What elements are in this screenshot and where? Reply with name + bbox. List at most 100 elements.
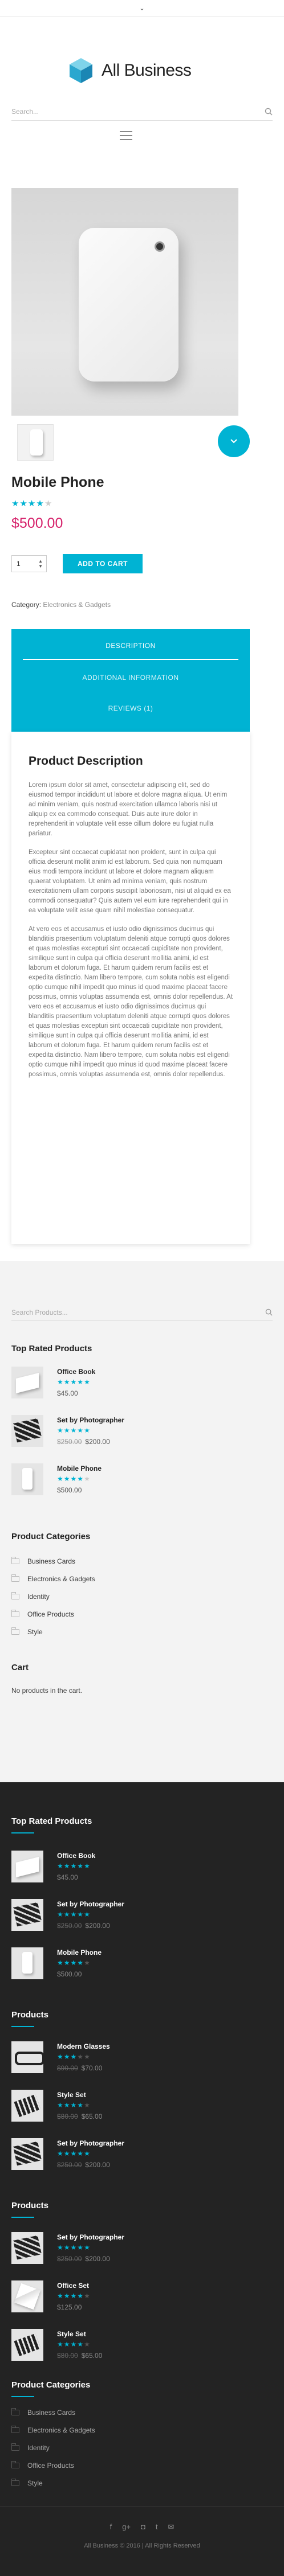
category-item[interactable]: Electronics & Gadgets [11,2426,95,2434]
category-label[interactable]: Office Products [27,1610,74,1618]
category-item[interactable]: Style [11,2479,43,2487]
title-underline [11,2396,34,2397]
category-label[interactable]: Business Cards [27,2409,75,2417]
product-thumbnail[interactable] [11,1415,43,1447]
list-item[interactable]: Office Book ★★★★★ $45.00 [11,1851,251,1890]
product-name[interactable]: Set by Photographer [57,2139,124,2147]
list-item[interactable]: Set by Photographer ★★★★★ $250.00 $200.00 [11,1899,251,1939]
instagram-icon[interactable]: ◘ [141,2522,145,2532]
search-icon[interactable] [265,108,273,116]
category-label[interactable]: Identity [27,1593,50,1601]
star-filled-icon: ★ [77,1426,84,1434]
product-thumbnail[interactable] [11,2329,43,2361]
category-label: Category: [11,601,42,609]
category-label[interactable]: Identity [27,2444,50,2452]
category-link[interactable]: Electronics & Gadgets [43,601,111,609]
product-thumbnail[interactable] [11,2090,43,2122]
product-thumbnail[interactable] [11,2041,43,2073]
product-thumbnail[interactable] [11,2280,43,2312]
product-tabs: DESCRIPTION ADDITIONAL INFORMATION REVIE… [11,629,250,732]
category-item[interactable]: Style [11,1627,43,1636]
tab-additional-information[interactable]: ADDITIONAL INFORMATION [23,674,238,682]
category-item[interactable]: Identity [11,2443,50,2452]
product-name[interactable]: Modern Glasses [57,2042,110,2050]
product-thumbnail[interactable] [17,424,54,461]
hamburger-menu-icon[interactable] [120,131,132,140]
add-to-cart-button[interactable]: ADD TO CART [63,554,143,573]
category-item[interactable]: Office Products [11,1610,74,1618]
tab-description[interactable]: DESCRIPTION [23,642,238,660]
list-item[interactable]: Style Set ★★★★★ $80.00 $65.00 [11,2090,251,2130]
star-empty-icon: ★ [84,2101,91,2109]
star-filled-icon: ★ [70,2292,78,2300]
product-name[interactable]: Office Set [57,2282,89,2290]
star-filled-icon: ★ [77,2243,84,2251]
list-item[interactable]: Office Set ★★★★★ $125.00 [11,2280,251,2320]
category-item[interactable]: Electronics & Gadgets [11,1574,95,1583]
list-item[interactable]: Modern Glasses ★★★★★ $90.00 $70.00 [11,2041,251,2081]
category-label[interactable]: Style [27,2479,43,2487]
category-label[interactable]: Electronics & Gadgets [27,2426,95,2434]
product-name[interactable]: Style Set [57,2091,86,2099]
product-name[interactable]: Style Set [57,2330,86,2338]
product-thumbnail[interactable] [11,1947,43,1979]
description-paragraph: Excepteur sint occaecat cupidatat non pr… [29,849,231,914]
site-logo[interactable]: All Business [68,57,192,84]
list-item[interactable]: Set by Photographer ★★★★★ $250.00 $200.00 [11,2232,251,2272]
list-item[interactable]: Mobile Phone ★★★★★ $500.00 [11,1463,251,1503]
list-item[interactable]: Office Book ★★★★★ $45.00 [11,1367,251,1406]
product-thumbnail[interactable] [11,1463,43,1495]
current-price: $45.00 [57,1389,78,1397]
product-main-image[interactable] [11,188,238,416]
list-item[interactable]: Style Set ★★★★★ $80.00 $65.00 [11,2329,251,2369]
star-filled-icon: ★ [63,1378,71,1386]
product-name[interactable]: Mobile Phone [57,1949,102,1956]
product-thumbnail[interactable] [11,2232,43,2264]
list-item[interactable]: Mobile Phone ★★★★★ $500.00 [11,1947,251,1987]
product-thumbnail[interactable] [11,2138,43,2170]
product-name[interactable]: Set by Photographer [57,1900,124,1908]
category-item[interactable]: Office Products [11,2461,74,2470]
quantity-value: 1 [17,560,21,568]
product-name[interactable]: Mobile Phone [57,1465,102,1472]
category-label[interactable]: Electronics & Gadgets [27,1575,95,1583]
category-item[interactable]: Business Cards [11,1557,75,1565]
category-item[interactable]: Business Cards [11,2408,75,2417]
email-icon[interactable]: ✉ [168,2522,175,2532]
product-search-input[interactable]: Search Products... [11,1308,265,1316]
product-name[interactable]: Office Book [57,1852,95,1860]
list-item[interactable]: Set by Photographer ★★★★★ $250.00 $200.00 [11,1415,251,1455]
star-empty-icon: ★ [84,2292,91,2300]
star-empty-icon: ★ [84,2340,91,2348]
search-input[interactable]: Search... [11,108,265,116]
category-label[interactable]: Office Products [27,2462,74,2470]
product-name[interactable]: Set by Photographer [57,2233,124,2241]
star-filled-icon: ★ [77,2292,84,2300]
google-plus-icon[interactable]: g+ [122,2522,131,2532]
product-price: $90.00 $70.00 [57,2064,102,2072]
twitter-icon[interactable]: t [156,2522,158,2532]
product-search-bar[interactable]: Search Products... [11,1304,273,1321]
product-rating: ★★★★★ [57,1910,91,1918]
product-name[interactable]: Office Book [57,1368,95,1376]
product-name[interactable]: Set by Photographer [57,1416,124,1424]
footer-widgets: Top Rated Products Office Book ★★★★★ $45… [0,1782,284,2576]
title-underline [11,2217,34,2218]
category-label[interactable]: Business Cards [27,1557,75,1565]
stepper-arrows-icon[interactable]: ▲ ▼ [38,559,43,569]
star-filled-icon: ★ [57,1862,64,1870]
tab-reviews[interactable]: REVIEWS (1) [23,704,238,712]
search-bar[interactable]: Search... [11,102,273,121]
chevron-down-icon[interactable]: ⌄ [139,5,144,12]
zoom-button[interactable] [218,425,250,457]
category-item[interactable]: Identity [11,1592,50,1601]
quantity-stepper[interactable]: 1 ▲ ▼ [11,555,47,572]
list-item[interactable]: Set by Photographer ★★★★★ $250.00 $200.00 [11,2138,251,2178]
facebook-icon[interactable]: f [110,2522,112,2532]
search-icon[interactable] [265,1308,273,1316]
category-label[interactable]: Style [27,1628,43,1636]
product-thumbnail[interactable] [11,1899,43,1931]
product-thumbnail[interactable] [11,1851,43,1882]
description-title: Product Description [29,754,143,768]
product-thumbnail[interactable] [11,1367,43,1398]
